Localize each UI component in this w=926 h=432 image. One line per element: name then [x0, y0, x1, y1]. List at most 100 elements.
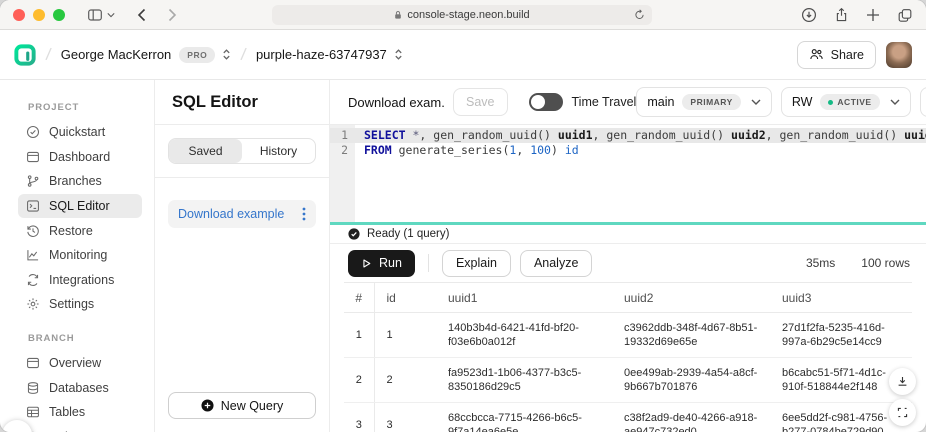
status-bar: Ready (1 query): [330, 225, 926, 244]
neon-logo[interactable]: [14, 44, 36, 66]
queries-panel: SQL Editor Saved History Download exampl…: [155, 80, 330, 432]
uuid2-cell: 0ee499ab-2939-4a54-a8cf-9b667b701876: [612, 358, 770, 403]
chevron-down-icon: [890, 99, 900, 105]
traffic-lights: [13, 9, 65, 21]
saved-history-tabs: Saved History: [168, 138, 316, 164]
sidebar-item-settings[interactable]: Settings: [18, 292, 142, 317]
chevron-down-icon: [751, 99, 761, 105]
sidebar-item-label: Tables: [49, 405, 85, 419]
plan-badge: PRO: [179, 47, 215, 63]
account-selector-icon[interactable]: [222, 48, 231, 61]
play-icon: [361, 258, 372, 269]
tab-overview-icon[interactable]: [897, 8, 913, 23]
sidebar-item-restore[interactable]: Restore: [18, 218, 142, 243]
sidebar-item-roles[interactable]: Roles: [18, 425, 142, 432]
id-cell: 2: [374, 358, 436, 403]
breadcrumb-separator: /: [45, 44, 52, 64]
url-text: console-stage.neon.build: [407, 9, 529, 21]
query-title[interactable]: Download exam...: [348, 95, 445, 110]
zoom-window-button[interactable]: [53, 9, 65, 21]
chevron-down-icon[interactable]: [107, 11, 115, 19]
status-text: Ready (1 query): [367, 228, 449, 240]
sidebar-toggle-icon[interactable]: [87, 7, 103, 23]
new-query-button[interactable]: New Query: [168, 392, 316, 419]
database-select[interactable]: neondb: [920, 87, 926, 117]
sidebar: PROJECT Quickstart Dashboard Branches SQ…: [0, 80, 155, 432]
sidebar-item-tables[interactable]: Tables: [18, 400, 142, 425]
downloads-icon[interactable]: [801, 7, 817, 23]
run-button-label: Run: [379, 256, 402, 270]
share-button-label: Share: [831, 48, 864, 62]
account-name[interactable]: George MacKerron: [61, 47, 172, 62]
primary-badge: PRIMARY: [682, 94, 740, 110]
sql-code-editor[interactable]: 1 SELECT *, gen_random_uuid() uuid1, gen…: [330, 125, 926, 222]
column-header-uuid3: uuid3: [770, 283, 912, 313]
id-cell: 3: [374, 403, 436, 432]
row-index-cell: 3: [344, 403, 374, 432]
share-button[interactable]: Share: [797, 41, 876, 69]
results-table: # id uuid1 uuid2 uuid3 1 1 140b3b4d-6421…: [344, 282, 912, 432]
saved-query-item[interactable]: Download example: [168, 200, 316, 228]
plus-circle-icon: [201, 399, 214, 412]
gear-icon: [26, 297, 40, 311]
sidebar-item-overview[interactable]: Overview: [18, 351, 142, 376]
sidebar-item-sql-editor[interactable]: SQL Editor: [18, 194, 142, 219]
people-icon: [809, 47, 824, 62]
actions-row: Run Explain Analyze 35ms 100 rows: [330, 244, 926, 282]
query-duration: 35ms: [806, 256, 835, 270]
explain-button[interactable]: Explain: [442, 250, 511, 277]
id-cell: 1: [374, 313, 436, 358]
new-tab-icon[interactable]: [866, 8, 880, 22]
sidebar-item-branches[interactable]: Branches: [18, 169, 142, 194]
compute-select[interactable]: RW ACTIVE: [781, 87, 911, 117]
integrations-icon: [26, 273, 40, 287]
close-window-button[interactable]: [13, 9, 25, 21]
time-travel-toggle[interactable]: [529, 93, 563, 111]
project-name[interactable]: purple-haze-63747937: [256, 47, 387, 62]
breadcrumb-separator: /: [240, 44, 247, 64]
run-button[interactable]: Run: [348, 250, 415, 277]
new-query-label: New Query: [221, 399, 284, 413]
branch-icon: [26, 174, 40, 188]
branch-select-value: main: [647, 95, 674, 109]
uuid2-cell: c3962ddb-348f-4d67-8b51-19332d69e65e: [612, 313, 770, 358]
table-row: 1 1 140b3b4d-6421-41fd-bf20-f03e6b0a012f…: [344, 313, 912, 358]
overview-icon: [26, 356, 40, 370]
forward-button[interactable]: [168, 8, 177, 22]
table-row: 2 2 fa9523d1-1b06-4377-b3c5-8350186d29c5…: [344, 358, 912, 403]
minimize-window-button[interactable]: [33, 9, 45, 21]
row-index-cell: 2: [344, 358, 374, 403]
tab-history[interactable]: History: [242, 139, 315, 163]
save-button[interactable]: Save: [453, 88, 508, 116]
result-row-count: 100 rows: [861, 256, 910, 270]
sidebar-item-quickstart[interactable]: Quickstart: [18, 120, 142, 145]
tab-saved[interactable]: Saved: [169, 139, 242, 163]
download-results-button[interactable]: [889, 368, 916, 395]
sidebar-item-integrations[interactable]: Integrations: [18, 268, 142, 293]
code-line: 1 SELECT *, gen_random_uuid() uuid1, gen…: [330, 128, 926, 143]
user-avatar[interactable]: [886, 42, 912, 68]
expand-results-button[interactable]: [889, 399, 916, 426]
address-bar[interactable]: console-stage.neon.build: [272, 5, 652, 25]
back-button[interactable]: [137, 8, 146, 22]
sidebar-item-monitoring[interactable]: Monitoring: [18, 243, 142, 268]
editor-panel: Download exam... Save Time Travel main P…: [330, 80, 926, 432]
sidebar-item-dashboard[interactable]: Dashboard: [18, 145, 142, 170]
reload-icon[interactable]: [634, 8, 645, 21]
share-icon[interactable]: [834, 7, 849, 23]
kebab-menu-icon[interactable]: [302, 207, 306, 221]
column-header-uuid2: uuid2: [612, 283, 770, 313]
uuid2-cell: c38f2ad9-de40-4266-a918-ae947c732ed0: [612, 403, 770, 432]
sidebar-item-databases[interactable]: Databases: [18, 375, 142, 400]
analyze-button[interactable]: Analyze: [520, 250, 592, 277]
project-selector-icon[interactable]: [394, 48, 403, 61]
sidebar-item-label: Settings: [49, 297, 94, 311]
sidebar-item-label: Databases: [49, 381, 109, 395]
sidebar-item-label: Integrations: [49, 273, 114, 287]
active-badge: ACTIVE: [820, 94, 879, 110]
actions-divider: [428, 254, 429, 272]
sidebar-item-label: Overview: [49, 356, 101, 370]
browser-window: console-stage.neon.build / George MacKer…: [0, 0, 926, 432]
table-row: 3 3 68ccbcca-7715-4266-b6c5-9f7a14ea6e5e…: [344, 403, 912, 432]
branch-select[interactable]: main PRIMARY: [636, 87, 771, 117]
